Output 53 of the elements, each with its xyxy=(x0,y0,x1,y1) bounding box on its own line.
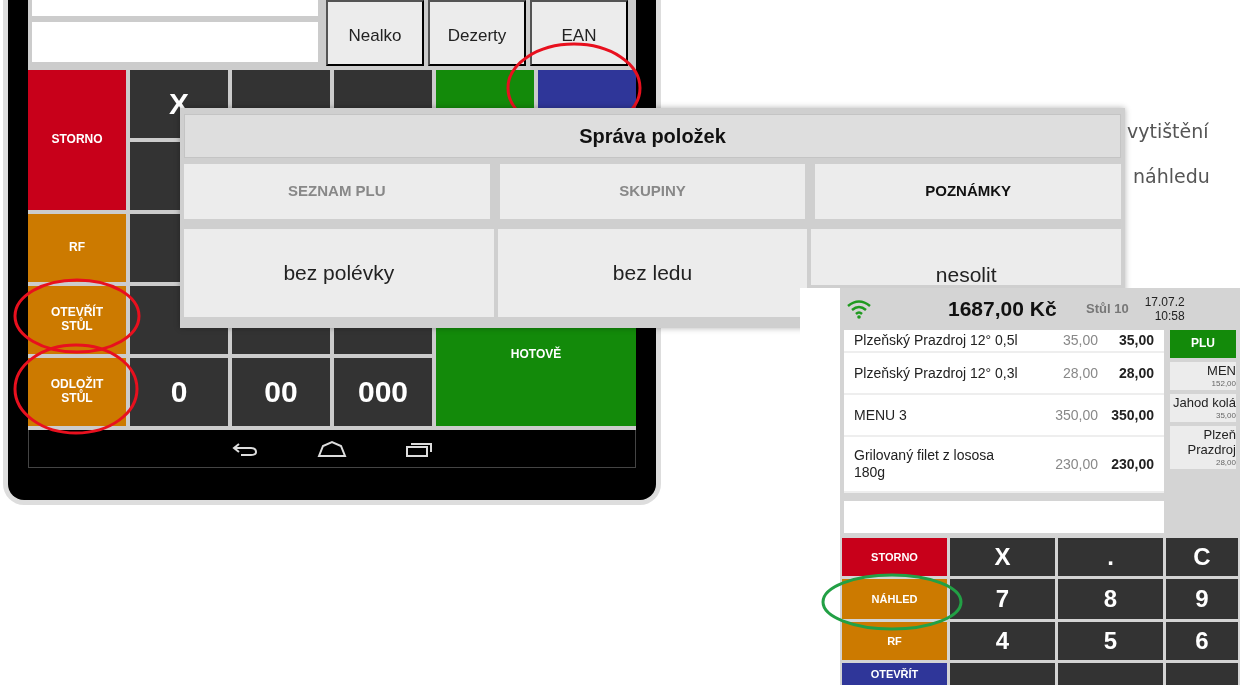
plu-button[interactable]: PLU xyxy=(1170,330,1236,358)
category-button[interactable]: Nealko xyxy=(326,0,424,66)
item-price: 230,00 xyxy=(1054,454,1098,474)
keypad-button[interactable]: C xyxy=(1166,538,1238,576)
home-icon[interactable] xyxy=(317,439,347,458)
category-button[interactable]: EAN xyxy=(530,0,628,66)
input-field[interactable] xyxy=(32,0,318,16)
keypad-button[interactable]: 0 xyxy=(130,358,228,426)
input-field[interactable] xyxy=(32,22,318,62)
item-name: Plzeňský Prazdroj 12° 0,3l xyxy=(854,364,1019,382)
keypad-button[interactable]: 7 xyxy=(950,579,1055,619)
product-name[interactable]: Jahod kolá xyxy=(1170,396,1236,412)
item-total: 35,00 xyxy=(1117,331,1154,350)
item-name: Plzeňský Prazdroj 12° 0,5l xyxy=(854,332,1019,349)
keypad-button[interactable]: 9 xyxy=(1166,579,1238,619)
date-text: 17.07.2 xyxy=(1144,294,1185,309)
keypad-button[interactable]: X xyxy=(950,538,1055,576)
wifi-icon xyxy=(846,299,872,319)
item-name: MENU 3 xyxy=(854,406,908,424)
keypad-button[interactable]: . xyxy=(1058,538,1163,576)
item-price: 350,00 xyxy=(1054,405,1098,425)
dialog-title: Správa položek xyxy=(184,114,1121,158)
keypad-button[interactable]: OTEVŘÍT xyxy=(842,663,947,685)
product-name[interactable]: Plzeň Prazdroj xyxy=(1170,428,1236,459)
item-price: 35,00 xyxy=(1061,331,1098,350)
keypad-button[interactable]: 8 xyxy=(1058,579,1163,619)
keypad-button[interactable]: 5 xyxy=(1058,622,1163,660)
category-button[interactable]: Dezerty xyxy=(428,0,526,66)
product-price: 28,00 xyxy=(1214,458,1236,468)
keypad-button[interactable]: 00 xyxy=(232,358,330,426)
keypad-button[interactable]: STORNO xyxy=(842,538,947,576)
table-label: Stůl 10 xyxy=(1086,300,1129,319)
item-price: 28,00 xyxy=(1061,363,1098,383)
tab[interactable]: POZNÁMKY xyxy=(815,164,1121,219)
product-name[interactable]: MEN xyxy=(1170,364,1236,379)
item-total: 230,00 xyxy=(1110,454,1154,474)
product-price: 35,00 xyxy=(1214,411,1236,421)
note-button[interactable]: bez polévky xyxy=(184,229,494,317)
keypad-button[interactable]: 4 xyxy=(950,622,1055,660)
time-text: 10:58 xyxy=(1153,309,1185,324)
document-text: vytištění xyxy=(1127,119,1209,144)
item-name: Grilovaný filet z lososa 180g xyxy=(854,447,996,481)
item-total: 28,00 xyxy=(1117,363,1154,383)
total-amount: 1687,00 Kč xyxy=(948,296,1058,323)
item-total: 350,00 xyxy=(1110,405,1154,425)
input-field[interactable] xyxy=(844,501,1164,533)
keypad-button[interactable]: 6 xyxy=(1166,622,1238,660)
document-text: náhledu xyxy=(1133,164,1210,189)
note-button[interactable]: bez ledu xyxy=(497,229,808,317)
keypad-button[interactable]: STORNO xyxy=(28,70,126,210)
product-price: 152,00 xyxy=(1210,378,1236,389)
note-button[interactable]: nesolit xyxy=(811,229,1121,285)
keypad-button[interactable]: 000 xyxy=(334,358,432,426)
